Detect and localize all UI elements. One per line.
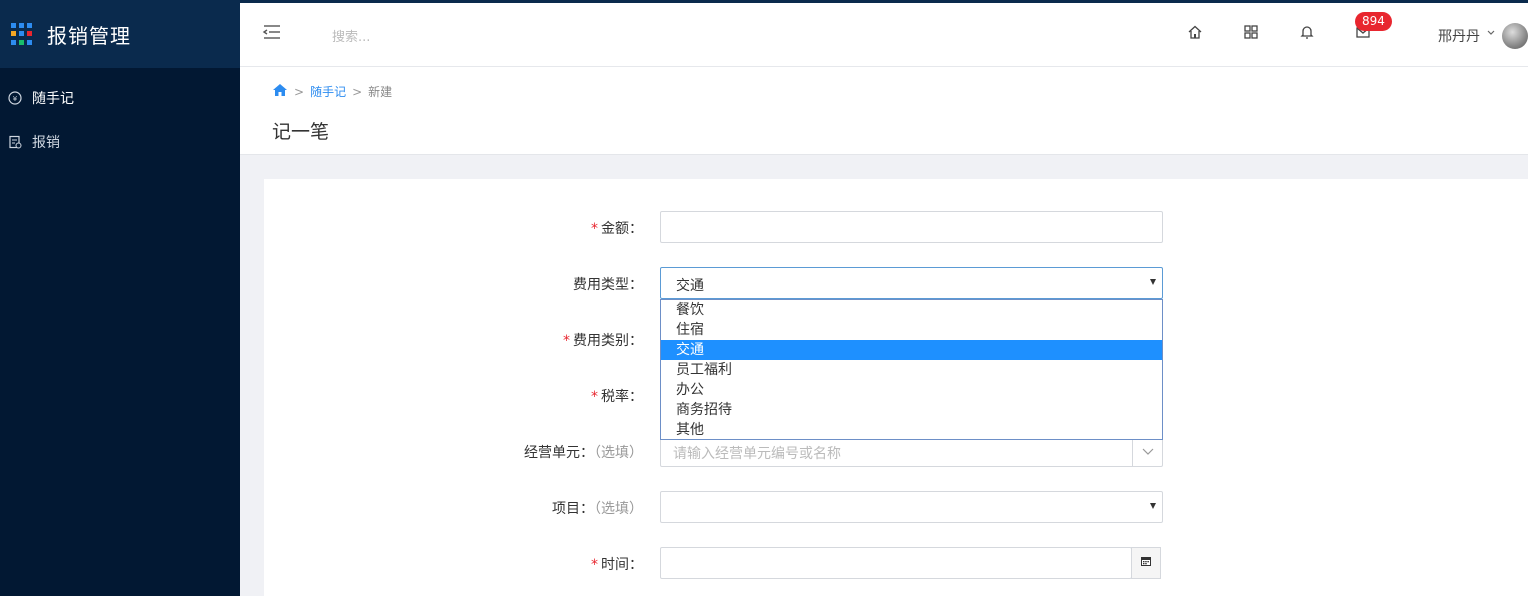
calendar-button[interactable] — [1131, 547, 1161, 579]
svg-text:¥: ¥ — [13, 95, 18, 103]
breadcrumb-link[interactable]: 随手记 — [310, 83, 346, 100]
project-select[interactable] — [660, 491, 1163, 523]
caret-down-icon — [1150, 279, 1156, 285]
bell-icon[interactable] — [1298, 23, 1316, 41]
chevron-down-icon[interactable] — [1486, 26, 1496, 36]
expense-type-dropdown: 餐饮 住宿 交通 员工福利 办公 商务招待 其他 — [660, 299, 1163, 440]
brand-bar: 报销管理 — [0, 0, 240, 68]
page-header: > 随手记 > 新建 记一笔 — [240, 67, 1528, 155]
mail-count-badge: 894 — [1355, 12, 1392, 31]
tax-rate-label: * 税率： — [591, 389, 643, 405]
dropdown-option[interactable]: 员工福利 — [661, 360, 1162, 380]
business-unit-placeholder: 请输入经营单元编号或名称 — [673, 446, 841, 462]
expense-type-select[interactable]: 交通 — [660, 267, 1163, 299]
avatar[interactable] — [1502, 23, 1528, 49]
project-label: 项目：（选填） — [552, 501, 643, 517]
breadcrumb: > 随手记 > 新建 — [272, 83, 392, 100]
apps-icon[interactable] — [1242, 23, 1260, 41]
dropdown-option[interactable]: 餐饮 — [661, 300, 1162, 320]
amount-input[interactable] — [660, 211, 1163, 243]
business-unit-label: 经营单元：（选填） — [524, 445, 643, 461]
breadcrumb-current: 新建 — [368, 85, 393, 99]
app-title: 报销管理 — [47, 23, 131, 48]
calendar-icon — [1140, 555, 1152, 571]
note-icon: ¥ — [8, 91, 22, 105]
sidebar: 报销管理 ¥ 随手记 报销 — [0, 0, 240, 596]
sidebar-item-label: 随手记 — [32, 91, 74, 107]
apps-grid-logo-icon — [11, 23, 33, 45]
expense-type-value: 交通 — [676, 278, 704, 294]
dropdown-option[interactable]: 办公 — [661, 380, 1162, 400]
user-name[interactable]: 邢丹丹 — [1438, 26, 1480, 46]
dropdown-option-selected[interactable]: 交通 — [661, 340, 1162, 360]
sidebar-item-reimbursement[interactable]: 报销 — [0, 128, 240, 156]
sidebar-item-notes[interactable]: ¥ 随手记 — [0, 84, 240, 112]
time-input[interactable] — [660, 547, 1132, 579]
dropdown-option[interactable]: 住宿 — [661, 320, 1162, 340]
caret-down-icon — [1150, 503, 1156, 509]
expense-category-label: * 费用类别： — [563, 333, 643, 349]
page-title: 记一笔 — [272, 121, 330, 143]
dropdown-option[interactable]: 商务招待 — [661, 400, 1162, 420]
menu-collapse-icon[interactable] — [262, 23, 282, 41]
sidebar-item-label: 报销 — [32, 135, 60, 151]
top-bar: 894 邢丹丹 — [240, 0, 1528, 67]
form-card: * 金额： 费用类型： 交通 * 费用类别： * 税率： 经营单元：（选填） 请输入经… — [264, 179, 1528, 596]
dropdown-option[interactable]: 其他 — [661, 420, 1162, 440]
receipt-icon — [8, 135, 22, 149]
home-icon[interactable] — [1186, 23, 1204, 41]
expense-type-label: 费用类型： — [573, 277, 643, 293]
chevron-down-icon[interactable] — [1132, 436, 1162, 466]
breadcrumb-separator: > — [294, 84, 305, 99]
amount-label: * 金额： — [591, 221, 643, 237]
time-label: * 时间： — [591, 557, 643, 573]
home-icon[interactable] — [272, 83, 288, 100]
search-input[interactable] — [332, 27, 632, 47]
breadcrumb-separator: > — [352, 84, 363, 99]
